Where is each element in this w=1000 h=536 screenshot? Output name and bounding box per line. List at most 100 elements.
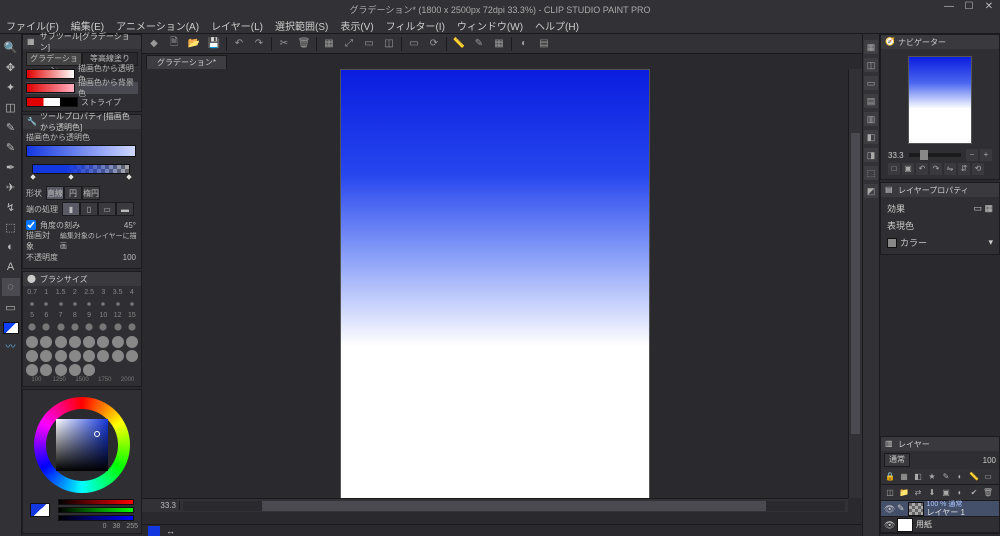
tool-airbrush[interactable]: ✈ [2,178,20,196]
zoom-slider-knob[interactable] [920,150,928,160]
cmd-cut[interactable]: ✂ [276,36,292,52]
dock-material-6[interactable]: ◨ [864,148,878,162]
nav-rot-l[interactable]: ↶ [916,163,928,175]
brush-size-item[interactable] [69,298,81,310]
layer-item[interactable]: 👁 ✎ 100 % 通常 レイヤー 1 [881,501,999,517]
chevron-down-icon[interactable]: ▾ [988,237,993,248]
layer-ruler[interactable]: 📏 [968,471,980,483]
tool-operation[interactable]: ✦ [2,78,20,96]
dock-material-4[interactable]: ▥ [864,112,878,126]
brush-size-item[interactable] [26,336,38,348]
dock-material-3[interactable]: ▤ [864,94,878,108]
cmd-select[interactable]: ▭ [361,36,377,52]
brush-size-item[interactable] [69,336,81,348]
cmd-ruler[interactable]: 📏 [451,36,467,52]
brush-size-item[interactable] [83,321,95,333]
blend-mode-select[interactable]: 通常 [884,453,910,467]
tool-move[interactable]: ✥ [2,58,20,76]
cmd-save[interactable]: 💾 [206,36,222,52]
brush-size-item[interactable] [83,298,95,310]
cmd-crop[interactable]: ◫ [381,36,397,52]
shape-linear[interactable]: 直線 [46,186,64,200]
brush-size-item[interactable] [40,321,52,333]
cmd-pen[interactable]: ✎ [471,36,487,52]
minimize-button[interactable]: — [940,0,958,14]
brush-size-item[interactable] [97,298,109,310]
brush-size-item[interactable] [55,321,67,333]
dock-material[interactable]: ◫ [864,58,878,72]
nav-rot-r[interactable]: ↷ [930,163,942,175]
zoom-in-button[interactable]: + [980,149,992,161]
merge-layer[interactable]: ⬇ [926,487,938,499]
layer-item[interactable]: 👁 用紙 [881,517,999,533]
shape-circle[interactable]: 円 [64,186,82,200]
brush-size-item[interactable] [55,336,67,348]
color-wheel[interactable] [34,397,130,493]
horizontal-scrollbar[interactable]: 33.3 [142,498,848,512]
hscroll-track[interactable] [183,501,845,511]
brush-size-item[interactable] [40,364,52,376]
cmd-scale[interactable]: ⤢ [341,36,357,52]
brush-size-item[interactable] [112,298,124,310]
angle-step-value[interactable]: 45° [124,221,138,230]
subtool-panel-header[interactable]: ▦ サブツール[グラデーション] [23,35,141,49]
menu-window[interactable]: ウィンドウ(W) [451,18,529,33]
transparent-color-icon[interactable]: 〰 [2,336,20,354]
gradient-stop[interactable] [29,173,37,181]
cmd-undo[interactable]: ↶ [231,36,247,52]
layer-mask[interactable]: ◐ [954,471,966,483]
document-tab[interactable]: グラデーション* [146,55,227,69]
brush-size-header[interactable]: ⬤ ブラシサイズ [23,272,141,286]
cmd-delete[interactable]: 🗑 [296,36,312,52]
tool-zoom[interactable]: 🔍 [2,38,20,56]
shape-ellipse[interactable]: 楕円 [82,186,100,200]
tool-brush[interactable]: ✒ [2,158,20,176]
cmd-open[interactable]: 📂 [186,36,202,52]
menu-selection[interactable]: 選択範囲(S) [269,18,334,33]
g-slider[interactable] [58,507,134,513]
gradient-editor[interactable] [26,161,136,181]
edge-opt-2[interactable]: ▯ [80,202,98,216]
navigator-header[interactable]: 🧭 ナビゲーター [881,35,999,49]
expression-value[interactable]: カラー [900,236,927,249]
tool-figure[interactable]: ▭ [2,298,20,316]
sv-cursor[interactable] [94,431,100,437]
brush-size-item[interactable] [26,321,38,333]
apply-mask[interactable]: ✔ [968,487,980,499]
edge-opt-3[interactable]: ▭ [98,202,116,216]
layer-property-header[interactable]: ▤ レイヤープロパティ [881,183,999,197]
preset-fg-to-bg[interactable]: 描画色から背景色 [26,82,138,94]
gradient-stop[interactable] [125,173,133,181]
vscroll-thumb[interactable] [851,133,860,433]
tool-decoration[interactable]: ↯ [2,198,20,216]
dock-material-7[interactable]: ⬚ [864,166,878,180]
hscroll-thumb[interactable] [262,501,765,511]
eye-icon[interactable]: 👁 [884,520,894,530]
layer-lock-icon[interactable]: 🔒 [884,471,896,483]
cmd-canvas-size[interactable]: ▭ [406,36,422,52]
nav-flip-v[interactable]: ⇵ [958,163,970,175]
brush-size-item[interactable] [126,350,138,362]
brush-size-item[interactable] [69,321,81,333]
nav-reset[interactable]: ⟲ [972,163,984,175]
brush-size-item[interactable] [69,364,81,376]
layer-opacity-value[interactable]: 100 [983,456,996,465]
b-slider[interactable] [58,515,134,521]
menu-filter[interactable]: フィルター(I) [380,18,451,33]
menu-view[interactable]: 表示(V) [334,18,379,33]
dock-material-5[interactable]: ◧ [864,130,878,144]
nav-flip-h[interactable]: ⇋ [944,163,956,175]
tool-text[interactable]: A [2,258,20,276]
navigator-preview[interactable] [908,56,972,144]
cmd-assets[interactable]: ◐ [516,36,532,52]
brush-size-item[interactable] [97,321,109,333]
cmd-clip-studio[interactable]: ◆ [146,36,162,52]
brush-size-item[interactable] [126,298,138,310]
draw-target-value[interactable]: 編集対象のレイヤーに描画 [60,231,138,251]
delete-layer-button[interactable]: 🗑 [982,487,994,499]
tool-pen[interactable]: ✎ [2,118,20,136]
maximize-button[interactable]: ☐ [960,0,978,14]
combine-layer[interactable]: ▣ [940,487,952,499]
dock-material-8[interactable]: ◩ [864,184,878,198]
layer-name-text[interactable]: 用紙 [916,521,932,529]
